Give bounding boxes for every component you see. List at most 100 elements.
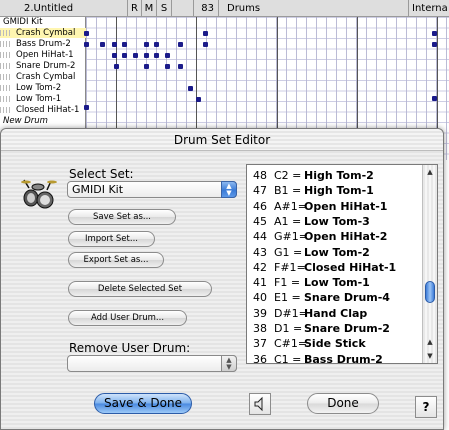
drum-note[interactable]	[144, 42, 149, 47]
new-drum-item[interactable]: New Drum	[0, 116, 86, 126]
record-toggle[interactable]: R	[128, 0, 142, 17]
note-number: 48	[253, 169, 267, 182]
select-set-popup[interactable]: GMIDI Kit ▲ ▼	[67, 181, 237, 198]
drum-list-item[interactable]: 47 B1 = High Tom-1	[247, 183, 422, 198]
note-key: B1 =	[274, 184, 302, 198]
drum-list-item[interactable]: 37 C#1= Side Stick	[247, 336, 422, 351]
select-set-label: Select Set:	[69, 167, 134, 181]
sequence-name[interactable]: 2.Untitled	[0, 0, 128, 17]
scroll-up-icon[interactable]: ▲	[423, 165, 437, 179]
note-key: G#1=	[274, 230, 308, 244]
note-number: 38	[253, 322, 267, 335]
track-item[interactable]: Low Tom-2	[0, 83, 86, 93]
drum-note[interactable]	[114, 64, 119, 69]
drum-name: Snare Drum-2	[304, 322, 390, 335]
scroll-thumb[interactable]	[425, 281, 435, 303]
delete-selected-set-button[interactable]: Delete Selected Set	[68, 281, 212, 297]
drum-note[interactable]	[188, 86, 193, 91]
drum-note[interactable]	[112, 53, 117, 58]
help-button[interactable]: ?	[415, 396, 437, 418]
drum-note[interactable]	[432, 96, 437, 101]
track-item[interactable]: Snare Drum-2	[0, 61, 86, 71]
note-key: A#1=	[274, 199, 307, 213]
drum-list-item[interactable]: 42 F#1= Closed HiHat-1	[247, 260, 422, 275]
add-user-drum-button[interactable]: Add User Drum...	[68, 310, 187, 326]
save-set-as-button[interactable]: Save Set as...	[68, 209, 176, 225]
note-number: 40	[253, 291, 267, 305]
track-item[interactable]: Open HiHat-1	[0, 50, 86, 60]
drum-note[interactable]	[122, 42, 127, 47]
speaker-icon	[254, 396, 263, 412]
save-and-done-button[interactable]: Save & Done	[94, 393, 192, 414]
solo-toggle[interactable]: S	[157, 0, 172, 17]
track-item[interactable]: Low Tom-1	[0, 94, 86, 104]
drum-note[interactable]	[154, 53, 159, 58]
track-name[interactable]: Drums	[219, 0, 409, 17]
drum-note[interactable]	[178, 64, 183, 69]
drum-note[interactable]	[122, 53, 127, 58]
drum-list-item[interactable]: 43 G1 = Low Tom-2	[247, 245, 422, 260]
preview-sound-button[interactable]	[249, 393, 271, 415]
drum-note[interactable]	[84, 42, 89, 47]
note-key: G1 =	[274, 245, 303, 259]
mute-toggle[interactable]: M	[142, 0, 157, 17]
track-device[interactable]: Interna	[409, 0, 449, 17]
drum-list-item[interactable]: 36 C1 = Bass Drum-2	[247, 352, 422, 364]
list-scrollbar[interactable]: ▲ ▲ ▼	[422, 165, 437, 363]
drum-list-item[interactable]: 40 E1 = Snare Drum-4	[247, 290, 422, 305]
note-key: D#1=	[274, 306, 308, 320]
note-number: 45	[253, 214, 267, 228]
drum-name: High Tom-1	[304, 184, 374, 198]
sequencer-header: 2.Untitled R M S 83 Drums Interna	[0, 0, 449, 17]
drum-note[interactable]	[432, 31, 437, 36]
note-number: 44	[253, 230, 267, 244]
drum-note[interactable]	[432, 42, 437, 47]
drum-list-item[interactable]: 41 F1 = Low Tom-1	[247, 275, 422, 290]
track-item[interactable]: Crash Cymbal	[0, 28, 86, 38]
drum-note[interactable]	[203, 42, 208, 47]
drum-note[interactable]	[165, 64, 170, 69]
remove-user-drum-popup[interactable]: ▲ ▼	[67, 355, 237, 372]
popup-arrows-icon: ▲ ▼	[221, 181, 237, 198]
done-button[interactable]: Done	[307, 393, 379, 414]
drum-note[interactable]	[165, 53, 170, 58]
drum-list-item[interactable]: 44 G#1= Open HiHat-2	[247, 229, 422, 244]
drum-kit-icon	[21, 178, 57, 210]
track-item[interactable]: Closed HiHat-1	[0, 105, 86, 115]
drum-list-item[interactable]: 48 C2 = High Tom-2	[247, 168, 422, 183]
note-key: E1 =	[274, 291, 301, 305]
drum-note[interactable]	[144, 64, 149, 69]
note-number: 43	[253, 245, 267, 259]
drum-list-item[interactable]: 46 A#1= Open HiHat-1	[247, 199, 422, 214]
drum-note[interactable]	[196, 97, 201, 102]
export-set-as-button[interactable]: Export Set as...	[68, 252, 164, 268]
drum-note[interactable]	[178, 42, 183, 47]
drum-name: Low Tom-2	[304, 245, 370, 259]
note-number: 39	[253, 306, 267, 320]
dialog-title: Drum Set Editor	[1, 129, 443, 151]
track-item[interactable]: Bass Drum-2	[0, 39, 86, 49]
note-number: 47	[253, 184, 267, 198]
drum-list-item[interactable]: 39 D#1= Hand Clap	[247, 306, 422, 321]
note-number: 36	[253, 352, 267, 364]
drum-list-item[interactable]: 45 A1 = Low Tom-3	[247, 214, 422, 229]
drum-note[interactable]	[84, 105, 89, 110]
selected-set-value: GMIDI Kit	[72, 183, 124, 196]
drum-note-list[interactable]: 48 C2 = High Tom-2 47 B1 = High Tom-1 46 A#1= Op…	[246, 164, 438, 364]
drum-note[interactable]	[203, 31, 208, 36]
drum-note[interactable]	[144, 53, 149, 58]
drum-note[interactable]	[100, 42, 105, 47]
drum-name: Closed HiHat-1	[304, 260, 397, 274]
drum-note[interactable]	[84, 31, 89, 36]
track-item[interactable]: Crash Cymbal	[0, 72, 86, 82]
drum-list-item[interactable]: 38 D1 = Snare Drum-2	[247, 321, 422, 336]
note-key: F#1=	[274, 260, 306, 274]
drum-note[interactable]	[133, 53, 138, 58]
note-key: D1 =	[274, 322, 303, 335]
kit-name-label: GMIDI Kit	[3, 17, 43, 27]
drum-note[interactable]	[154, 42, 159, 47]
scroll-down-icon[interactable]: ▼	[423, 349, 437, 363]
drum-note[interactable]	[112, 42, 117, 47]
import-set-button[interactable]: Import Set...	[68, 231, 155, 247]
scroll-up-icon[interactable]: ▲	[423, 335, 437, 349]
